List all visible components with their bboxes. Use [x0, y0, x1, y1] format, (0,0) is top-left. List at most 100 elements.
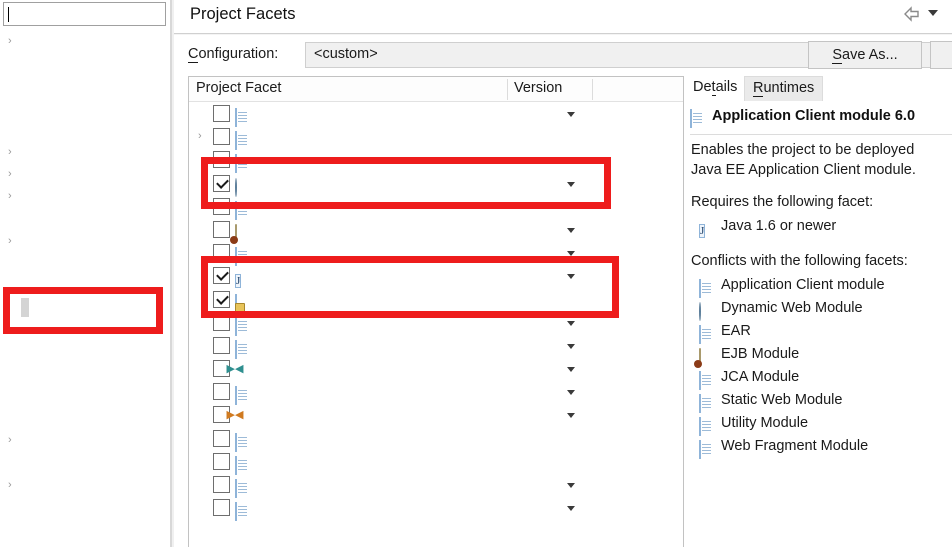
sidebar-item-javadoc-location[interactable] — [0, 208, 171, 230]
sidebar-item-task-tags[interactable] — [0, 452, 171, 474]
sidebar-item-java-compiler[interactable]: › — [0, 163, 171, 185]
sidebar-item-builders[interactable] — [0, 52, 171, 74]
table-row[interactable] — [189, 195, 683, 220]
table-row[interactable] — [189, 403, 683, 426]
sidebar-filter-input[interactable] — [3, 2, 166, 26]
facet-checkbox[interactable] — [213, 429, 230, 447]
table-row[interactable] — [189, 473, 683, 498]
version-dropdown-icon[interactable] — [567, 367, 575, 373]
sidebar-item-label — [21, 298, 29, 318]
table-row[interactable] — [189, 334, 683, 359]
java-icon: J — [699, 224, 706, 238]
facet-checkbox[interactable] — [213, 151, 230, 169]
doc-icon — [699, 417, 701, 436]
version-dropdown-icon[interactable] — [567, 112, 575, 117]
version-dropdown-icon[interactable] — [567, 320, 575, 326]
table-row[interactable] — [189, 450, 683, 475]
chevron-right-icon[interactable]: › — [198, 125, 208, 148]
sidebar-item-project-facets[interactable] — [0, 296, 171, 318]
table-row[interactable]: › — [189, 125, 683, 151]
table-row[interactable] — [189, 311, 683, 336]
version-dropdown-icon[interactable] — [567, 227, 575, 233]
save-as-button[interactable]: Save As... — [808, 41, 922, 69]
tab-runtimes[interactable]: Runtimes — [744, 76, 824, 101]
sidebar-item-validation[interactable]: › — [0, 474, 171, 496]
facet-checkbox[interactable] — [213, 290, 230, 308]
table-row[interactable] — [189, 288, 683, 313]
table-row[interactable] — [189, 427, 683, 452]
facet-checkbox[interactable] — [213, 244, 230, 262]
sidebar-item-jsp-fragment[interactable] — [0, 252, 171, 274]
sidebar-item-deployment-assem[interactable] — [0, 74, 171, 96]
doc-icon — [699, 279, 701, 298]
sidebar-item-javascript[interactable]: › — [0, 230, 171, 252]
table-row[interactable] — [189, 380, 683, 406]
sidebar-item-java-build-path[interactable] — [0, 119, 171, 141]
details-description-line: Java EE Application Client module. — [691, 162, 916, 178]
chevron-right-icon[interactable]: › — [8, 185, 18, 207]
table-row[interactable]: J — [189, 264, 683, 289]
table-row[interactable] — [189, 241, 683, 267]
facet-checkbox[interactable] — [213, 476, 230, 493]
tab-details[interactable]: Details — [685, 76, 746, 101]
facet-checkbox[interactable] — [213, 499, 230, 517]
facet-checkbox[interactable] — [213, 174, 230, 192]
table-row[interactable] — [189, 102, 683, 127]
facet-checkbox[interactable] — [213, 128, 230, 146]
page-title: Project Facets — [190, 5, 296, 23]
facet-checkbox[interactable] — [213, 452, 230, 470]
chevron-right-icon[interactable]: › — [8, 141, 18, 163]
chevron-right-icon[interactable]: › — [8, 230, 18, 252]
facet-checkbox[interactable] — [213, 383, 230, 401]
ejb-icon — [699, 348, 701, 367]
doc-icon — [235, 454, 251, 475]
chevron-right-icon[interactable]: › — [8, 30, 18, 52]
sidebar-item-task-repository[interactable]: › — [0, 429, 171, 451]
facet-checkbox[interactable] — [213, 313, 230, 331]
chevron-right-icon[interactable]: › — [8, 163, 18, 185]
configuration-label: Configuration: — [188, 46, 279, 63]
facet-rows-container: › J — [189, 102, 683, 522]
version-dropdown-icon[interactable] — [567, 413, 575, 419]
sidebar-item-java-editor[interactable]: › — [0, 185, 171, 207]
facet-checkbox[interactable] — [213, 220, 230, 238]
table-row[interactable] — [189, 172, 683, 197]
table-row[interactable] — [189, 496, 683, 522]
text-cursor — [8, 7, 9, 22]
sidebar-item-project-references[interactable] — [0, 318, 171, 340]
sidebar-item-targeted-runtimes[interactable] — [0, 407, 171, 429]
sidebar-item-resource[interactable]: › — [0, 30, 171, 52]
ejb-icon — [235, 222, 251, 243]
sidebar-item-freemarker-contex[interactable] — [0, 97, 171, 119]
sidebar-item-java-code-style[interactable]: › — [0, 141, 171, 163]
version-dropdown-icon[interactable] — [567, 181, 575, 187]
facet-checkbox[interactable] — [213, 197, 230, 215]
version-dropdown-icon[interactable] — [567, 390, 575, 396]
chevron-right-icon[interactable]: › — [8, 474, 18, 496]
sidebar-item-server[interactable] — [0, 363, 171, 385]
table-row[interactable] — [189, 218, 683, 243]
sidebar-item-run-debug-setting[interactable] — [0, 341, 171, 363]
sidebar-item-maven[interactable] — [0, 274, 171, 296]
sidebar-item-service-policies[interactable] — [0, 385, 171, 407]
delete-button[interactable]: D — [930, 41, 952, 69]
sidebar-item-web-content-settin[interactable] — [0, 496, 171, 518]
facet-checkbox[interactable] — [213, 336, 230, 354]
version-dropdown-icon[interactable] — [567, 483, 575, 488]
chevron-right-icon[interactable]: › — [8, 429, 18, 451]
back-history-dropdown-icon[interactable] — [928, 10, 938, 16]
sidebar-item-web-page-editor[interactable] — [0, 518, 171, 540]
doc-icon — [699, 325, 701, 344]
version-dropdown-icon[interactable] — [567, 343, 575, 349]
table-row[interactable] — [189, 148, 683, 174]
facet-checkbox[interactable] — [213, 105, 230, 122]
doc-icon — [235, 338, 251, 359]
details-tabstrip: Details Runtimes — [685, 76, 952, 101]
doc-icon — [690, 109, 692, 128]
table-row[interactable] — [189, 357, 683, 380]
version-dropdown-icon[interactable] — [567, 274, 575, 280]
version-dropdown-icon[interactable] — [567, 251, 575, 257]
back-arrow-icon[interactable] — [903, 6, 921, 22]
facet-checkbox[interactable] — [213, 267, 230, 285]
version-dropdown-icon[interactable] — [567, 506, 575, 512]
